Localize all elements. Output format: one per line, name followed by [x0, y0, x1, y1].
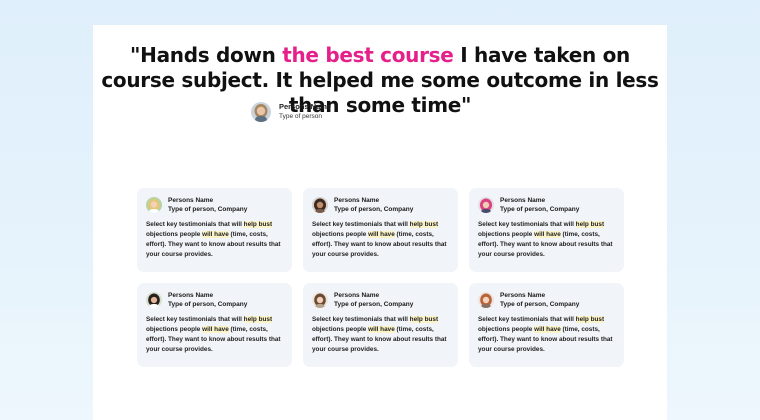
- testimonial-text: Select key testimonials that will help b…: [478, 221, 613, 258]
- testimonial-text: Select key testimonials that will help b…: [146, 316, 281, 353]
- quote-highlight: the best course: [282, 43, 454, 67]
- testimonial-name: Persons Name: [500, 291, 546, 299]
- testimonial-card: Persons Name Type of person, Company Sel…: [137, 283, 292, 367]
- testimonial-card: Persons Name Type of person, Company Sel…: [469, 188, 624, 272]
- testimonial-type: Type of person, Company: [334, 205, 414, 213]
- testimonial-type: Type of person, Company: [168, 205, 248, 213]
- testimonial-card: Persons Name Type of person, Company Sel…: [303, 188, 458, 272]
- testimonial-card: Persons Name Type of person, Company Sel…: [303, 283, 458, 367]
- testimonial-name: Persons Name: [500, 196, 546, 204]
- testimonial-type: Type of person, Company: [334, 300, 414, 308]
- featured-author-name: Persons Name: [279, 102, 332, 111]
- red-hair-woman-avatar: [478, 292, 494, 308]
- testimonial-type: Type of person, Company: [500, 300, 580, 308]
- testimonial-name: Persons Name: [334, 196, 380, 204]
- blonde-woman-avatar: [146, 197, 162, 213]
- testimonial-text: Select key testimonials that will help b…: [478, 316, 613, 353]
- featured-author: Persons Name Type of person: [251, 100, 331, 124]
- testimonial-type: Type of person, Company: [168, 300, 248, 308]
- testimonial-name: Persons Name: [168, 291, 214, 299]
- testimonial-text: Select key testimonials that will help b…: [146, 221, 281, 258]
- quote-text-start: "Hands down: [130, 43, 283, 67]
- brown-hair-woman-avatar: [312, 292, 328, 308]
- featured-author-type: Type of person: [279, 113, 322, 120]
- testimonial-card: Persons Name Type of person, Company Sel…: [469, 283, 624, 367]
- curly-hair-woman-avatar: [312, 197, 328, 213]
- testimonial-name: Persons Name: [334, 291, 380, 299]
- woman-portrait-avatar: [251, 102, 271, 122]
- testimonial-name: Persons Name: [168, 196, 214, 204]
- testimonial-text: Select key testimonials that will help b…: [312, 316, 447, 353]
- pink-hair-woman-avatar: [478, 197, 494, 213]
- testimonial-text: Select key testimonials that will help b…: [312, 221, 447, 258]
- testimonial-card: Persons Name Type of person, Company Sel…: [137, 188, 292, 272]
- dark-hair-woman-avatar: [146, 292, 162, 308]
- featured-quote: "Hands down the best course I have taken…: [93, 43, 667, 118]
- testimonial-type: Type of person, Company: [500, 205, 580, 213]
